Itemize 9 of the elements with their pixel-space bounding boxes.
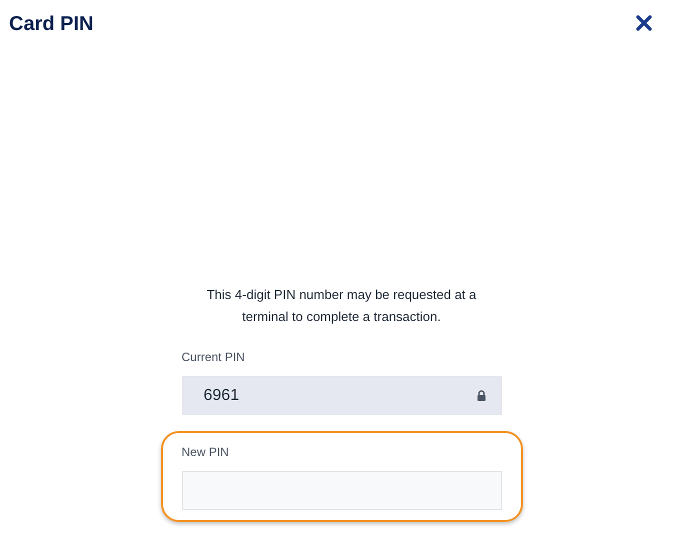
field-label: New PIN <box>182 444 230 461</box>
dialog-title: Card PIN <box>9 12 94 37</box>
field-label: Current PIN <box>182 349 246 366</box>
description-text: This 4-digit PIN number may be requested at a terminal to complete a transaction. <box>206 286 478 326</box>
close-icon <box>635 14 653 32</box>
pin-field[interactable]: 6961 <box>182 376 502 415</box>
lock-icon <box>476 390 486 401</box>
close-button[interactable] <box>635 14 653 32</box>
pin-field[interactable] <box>182 471 502 510</box>
